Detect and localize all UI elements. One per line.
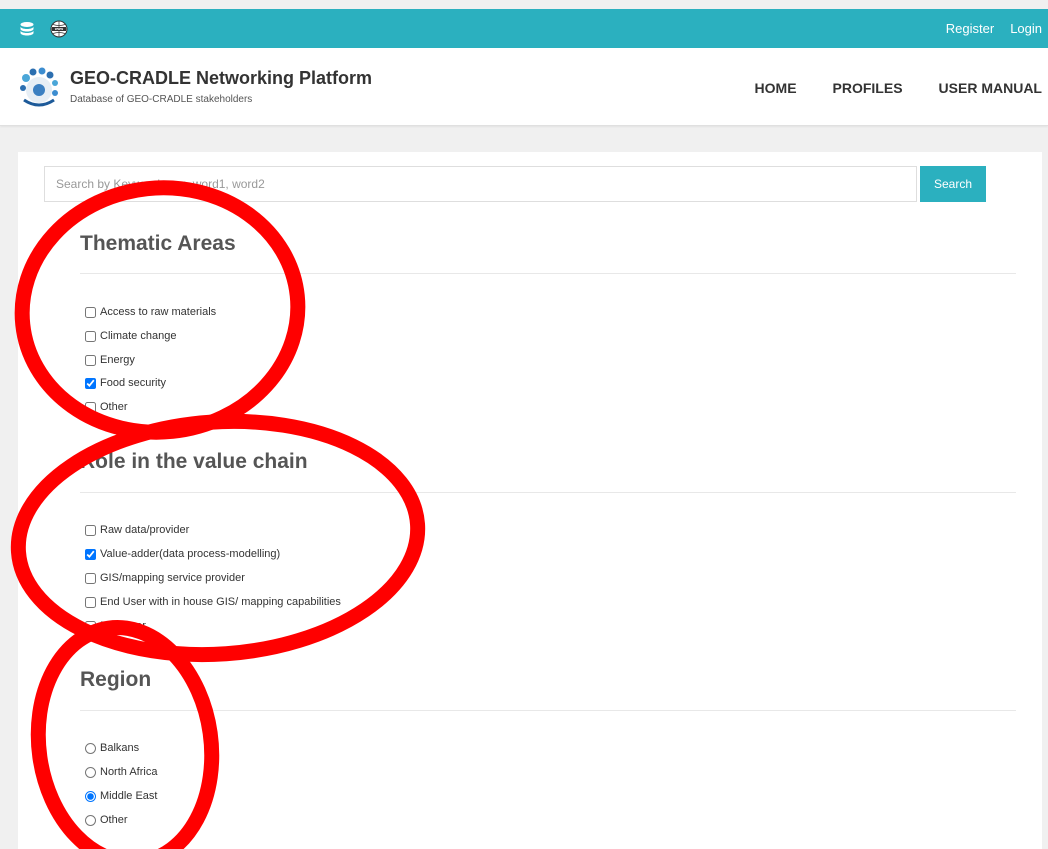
section-title-thematic: Thematic Areas <box>80 232 236 255</box>
radio-input[interactable] <box>85 790 96 802</box>
checkbox-input[interactable] <box>85 596 96 608</box>
nav-user-manual[interactable]: USER MANUAL <box>939 80 1042 96</box>
register-link[interactable]: Register <box>930 21 994 36</box>
site-title[interactable]: GEO-CRADLE Networking Platform <box>70 68 372 89</box>
checkbox-input[interactable] <box>85 548 96 560</box>
www-globe-icon[interactable]: www <box>50 20 68 38</box>
site-subtitle: Database of GEO-CRADLE stakeholders <box>70 94 253 105</box>
checkbox-input[interactable] <box>85 377 96 389</box>
checkbox-end-user-gis[interactable]: End User with in house GIS/ mapping capa… <box>85 594 341 610</box>
checkbox-end-user[interactable]: End User <box>85 618 146 634</box>
radio-north-africa[interactable]: North Africa <box>85 764 157 780</box>
checkbox-value-adder[interactable]: Value-adder(data process-modelling) <box>85 546 280 562</box>
search-input[interactable] <box>44 166 917 202</box>
svg-text:www: www <box>54 27 63 31</box>
divider <box>80 492 1016 493</box>
radio-input[interactable] <box>85 742 96 754</box>
radio-other-region[interactable]: Other <box>85 812 128 828</box>
login-link[interactable]: Login <box>994 21 1042 36</box>
checkbox-other-thematic[interactable]: Other <box>85 399 128 415</box>
divider <box>80 273 1016 274</box>
top-bar: www Register Login <box>0 9 1048 48</box>
checkbox-climate-change[interactable]: Climate change <box>85 328 176 344</box>
search-card: Search Thematic Areas Access to raw mate… <box>18 152 1042 849</box>
radio-balkans[interactable]: Balkans <box>85 740 139 756</box>
checkbox-access-raw-materials[interactable]: Access to raw materials <box>85 304 216 320</box>
checkbox-input[interactable] <box>85 401 96 413</box>
checkbox-input[interactable] <box>85 524 96 536</box>
checkbox-gis-service-provider[interactable]: GIS/mapping service provider <box>85 570 245 586</box>
checkbox-input[interactable] <box>85 620 96 632</box>
checkbox-input[interactable] <box>85 572 96 584</box>
search-row: Search <box>44 166 986 202</box>
radio-input[interactable] <box>85 814 96 826</box>
checkbox-input[interactable] <box>85 330 96 342</box>
section-title-role: Role in the value chain <box>80 450 308 473</box>
search-button[interactable]: Search <box>920 166 986 202</box>
checkbox-raw-data-provider[interactable]: Raw data/provider <box>85 522 189 538</box>
checkbox-input[interactable] <box>85 306 96 318</box>
site-header: GEO-CRADLE Networking Platform Database … <box>0 48 1048 126</box>
nav-home[interactable]: HOME <box>755 80 797 96</box>
radio-input[interactable] <box>85 766 96 778</box>
main-nav: HOME PROFILES USER MANUAL <box>719 80 1042 96</box>
geo-cradle-logo[interactable] <box>18 66 60 108</box>
checkbox-input[interactable] <box>85 354 96 366</box>
checkbox-food-security[interactable]: Food security <box>85 375 166 391</box>
database-icon[interactable] <box>18 20 36 38</box>
section-title-region: Region <box>80 668 152 691</box>
nav-profiles[interactable]: PROFILES <box>833 80 903 96</box>
checkbox-energy[interactable]: Energy <box>85 352 135 368</box>
divider <box>80 710 1016 711</box>
radio-middle-east[interactable]: Middle East <box>85 788 157 804</box>
